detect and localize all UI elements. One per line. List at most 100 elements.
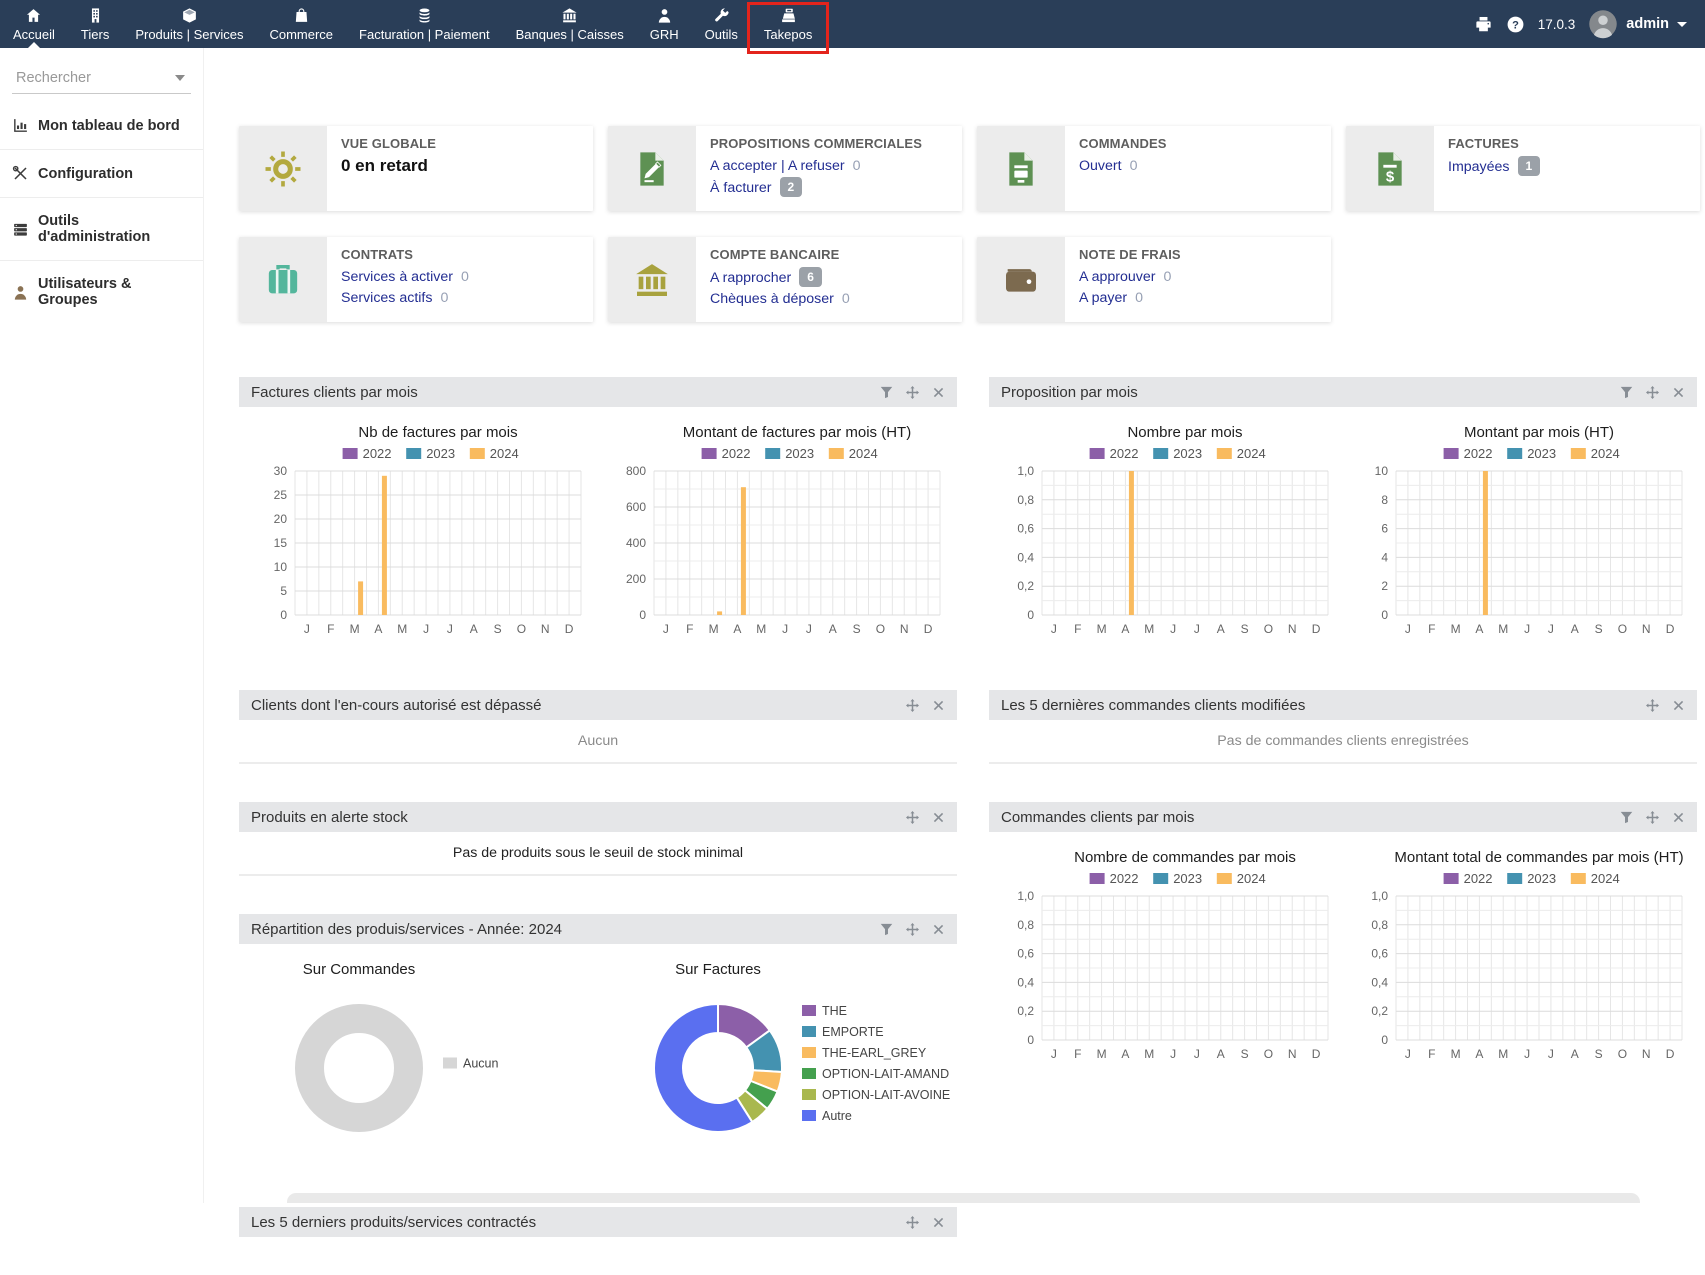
nav-item-facturation-paiement[interactable]: Facturation | Paiement (346, 0, 503, 48)
card-link[interactable]: Chèques à déposer (710, 291, 834, 307)
svg-text:J: J (1405, 1047, 1411, 1061)
svg-text:0: 0 (1381, 608, 1388, 622)
svg-text:J: J (303, 622, 309, 636)
sidebar-item-users-groups[interactable]: Utilisateurs & Groupes (0, 260, 203, 323)
avatar (1588, 9, 1618, 39)
svg-text:EMPORTE: EMPORTE (822, 1025, 884, 1039)
close-icon[interactable] (932, 699, 945, 712)
svg-text:2023: 2023 (1173, 871, 1202, 886)
sidebar-item-dashboard[interactable]: Mon tableau de bord (0, 102, 203, 149)
card-link[interactable]: Services à activer (341, 269, 453, 285)
sidebar-item-configuration[interactable]: Configuration (0, 149, 203, 197)
cash-register-icon (780, 7, 797, 24)
widget-title: Factures clients par mois (251, 384, 418, 401)
card-link[interactable]: Impayées (1448, 159, 1510, 175)
svg-text:Nombre par mois: Nombre par mois (1127, 424, 1242, 441)
card-link[interactable]: A payer (1079, 290, 1127, 306)
svg-text:A: A (1571, 1047, 1579, 1061)
user-icon (12, 284, 29, 301)
svg-text:J: J (423, 622, 429, 636)
nav-item-grh[interactable]: GRH (637, 0, 692, 48)
svg-text:F: F (1428, 622, 1435, 636)
filter-icon[interactable] (1620, 811, 1633, 824)
close-icon[interactable] (1672, 699, 1685, 712)
nav-item-takepos[interactable]: Takepos (751, 0, 825, 48)
svg-text:0,4: 0,4 (1017, 975, 1034, 989)
nav-item-commerce[interactable]: Commerce (256, 0, 346, 48)
search-input[interactable]: Rechercher (12, 65, 191, 94)
bar-chart-nb-factures: Nb de factures par mois20222023202405101… (249, 421, 589, 646)
svg-text:2: 2 (1381, 579, 1388, 593)
card-link[interactable]: Ouvert (1079, 158, 1122, 174)
nav-item-produits-services[interactable]: Produits | Services (122, 0, 256, 48)
move-icon[interactable] (1646, 386, 1659, 399)
card-propositions: PROPOSITIONS COMMERCIALES A accepter | A… (608, 126, 962, 211)
card-link[interactable]: À facturer (710, 180, 772, 196)
close-icon[interactable] (1672, 386, 1685, 399)
svg-text:Montant total de commandes par: Montant total de commandes par mois (HT) (1394, 849, 1683, 866)
move-icon[interactable] (906, 923, 919, 936)
move-icon[interactable] (1646, 699, 1659, 712)
svg-text:A: A (1475, 622, 1483, 636)
close-icon[interactable] (932, 923, 945, 936)
svg-text:2022: 2022 (1110, 871, 1139, 886)
svg-text:D: D (1666, 622, 1675, 636)
print-icon[interactable] (1474, 15, 1493, 34)
svg-text:N: N (1288, 622, 1297, 636)
close-icon[interactable] (932, 811, 945, 824)
svg-text:F: F (1428, 1047, 1435, 1061)
nav-item-banques-caisses[interactable]: Banques | Caisses (503, 0, 637, 48)
card-link[interactable]: Services actifs (341, 290, 432, 306)
svg-text:J: J (1170, 1047, 1176, 1061)
move-icon[interactable] (906, 699, 919, 712)
svg-text:J: J (662, 622, 668, 636)
widget-title: Les 5 derniers produits/services contrac… (251, 1214, 536, 1231)
filter-icon[interactable] (880, 923, 893, 936)
bar-chart-nombre-commandes: Nombre de commandes par mois202220232024… (996, 846, 1336, 1071)
svg-text:A: A (469, 622, 477, 636)
filter-icon[interactable] (1620, 386, 1633, 399)
user-menu[interactable]: admin (1588, 9, 1687, 39)
nav-item-tiers[interactable]: Tiers (68, 0, 122, 48)
count: 0 (1130, 158, 1138, 174)
svg-text:?: ? (1512, 19, 1519, 31)
search-placeholder: Rechercher (16, 70, 91, 86)
nav-label: Accueil (13, 27, 55, 42)
nav-item-outils[interactable]: Outils (692, 0, 751, 48)
nav-item-accueil[interactable]: Accueil (0, 0, 68, 48)
close-icon[interactable] (932, 1216, 945, 1229)
card-link[interactable]: A rapprocher (710, 270, 791, 286)
svg-text:6: 6 (1381, 522, 1388, 536)
svg-text:M: M (1144, 1047, 1154, 1061)
svg-text:D: D (1666, 1047, 1675, 1061)
svg-text:A: A (733, 622, 741, 636)
server-icon (12, 221, 29, 238)
svg-text:N: N (1642, 1047, 1651, 1061)
svg-text:O: O (516, 622, 525, 636)
card-title: COMPTE BANCAIRE (710, 247, 948, 262)
widget-title: Produits en alerte stock (251, 809, 408, 826)
svg-text:J: J (1051, 1047, 1057, 1061)
card-link[interactable]: A approuver (1079, 269, 1156, 285)
card-link[interactable]: A accepter | A refuser (710, 158, 845, 174)
invoice-document-icon: $ (1346, 126, 1434, 211)
bar-chart-montant-propositions: Montant par mois (HT)2022202320240246810… (1350, 421, 1690, 646)
close-icon[interactable] (932, 386, 945, 399)
svg-text:10: 10 (1375, 464, 1389, 478)
wrench-icon (713, 7, 730, 24)
nav-label: Produits | Services (135, 27, 243, 42)
move-icon[interactable] (906, 386, 919, 399)
move-icon[interactable] (906, 811, 919, 824)
svg-text:2024: 2024 (1591, 446, 1620, 461)
sidebar-item-admin-tools[interactable]: Outils d'administration (0, 197, 203, 260)
svg-text:D: D (923, 622, 932, 636)
close-icon[interactable] (1672, 811, 1685, 824)
filter-icon[interactable] (880, 386, 893, 399)
bank-icon (608, 237, 696, 322)
help-icon[interactable]: ? (1506, 15, 1525, 34)
move-icon[interactable] (1646, 811, 1659, 824)
svg-text:2022: 2022 (362, 446, 391, 461)
move-icon[interactable] (906, 1216, 919, 1229)
svg-text:J: J (1194, 1047, 1200, 1061)
widget-produits-alerte: Produits en alerte stock Pas de produits… (239, 802, 957, 876)
